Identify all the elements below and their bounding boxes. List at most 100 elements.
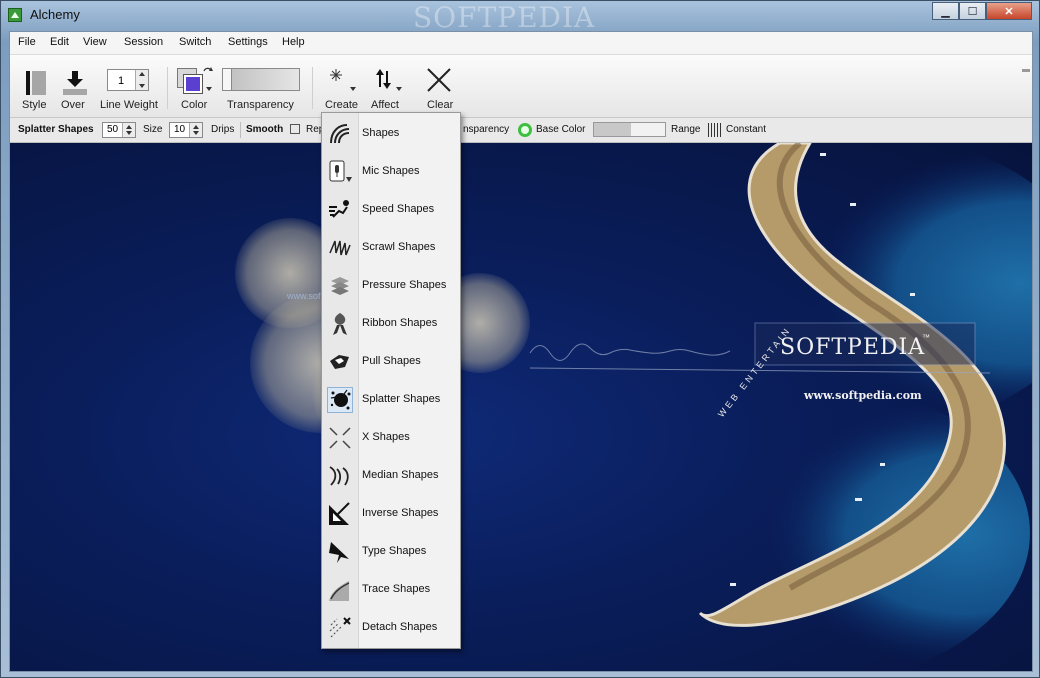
median-icon <box>327 463 353 489</box>
menu-view[interactable]: View <box>83 36 107 48</box>
transparency-label: Transparency <box>227 99 294 111</box>
menu-item-ribbon-shapes[interactable]: Ribbon Shapes <box>322 305 460 343</box>
menu-edit[interactable]: Edit <box>50 36 69 48</box>
clear-button[interactable] <box>424 65 456 97</box>
app-window: Alchemy SOFTPEDIA ▁ ☐ ✕ File Edit View S… <box>0 0 1040 678</box>
clear-icon <box>427 68 451 92</box>
menu-session[interactable]: Session <box>124 36 163 48</box>
menu-item-median-shapes[interactable]: Median Shapes <box>322 457 460 495</box>
menu-item-label: Pressure Shapes <box>362 279 447 291</box>
softpedia-trademark: ™ <box>922 333 930 342</box>
affect-icon <box>376 69 402 91</box>
mic-icon <box>327 159 353 185</box>
menu-item-shapes[interactable]: Shapes <box>322 115 460 153</box>
drips-label: Drips <box>211 124 235 135</box>
menu-item-pressure-shapes[interactable]: Pressure Shapes <box>322 267 460 305</box>
over-icon <box>63 71 87 95</box>
menu-item-label: X Shapes <box>362 431 410 443</box>
close-button[interactable]: ✕ <box>986 2 1032 20</box>
style-label: Style <box>22 99 47 111</box>
base-color-icon[interactable] <box>518 123 532 137</box>
menu-item-detach-shapes[interactable]: Detach Shapes <box>322 609 460 647</box>
menu-item-x-shapes[interactable]: X Shapes <box>322 419 460 457</box>
menu-item-speed-shapes[interactable]: Speed Shapes <box>322 191 460 229</box>
affect-label: Affect <box>371 99 399 111</box>
create-dropdown-menu: Shapes Mic Shapes Speed Shapes Scrawl Sh… <box>321 112 461 649</box>
softpedia-watermark: SOFTPEDIA <box>413 1 596 34</box>
line-weight-arrows[interactable] <box>135 70 148 90</box>
splatter-stepper[interactable]: 50 <box>102 122 136 138</box>
color-dropdown-arrow <box>206 87 212 91</box>
minimize-button[interactable]: ▁ <box>932 2 959 20</box>
menu-item-label: Inverse Shapes <box>362 507 439 519</box>
splatter-stepper-arrows[interactable] <box>122 123 135 137</box>
smooth-toggle[interactable]: Smooth <box>246 124 283 135</box>
inverse-icon <box>327 501 353 527</box>
repeat-icon[interactable] <box>290 124 300 134</box>
menu-switch[interactable]: Switch <box>179 36 211 48</box>
menu-item-label: Speed Shapes <box>362 203 435 215</box>
ribbon-icon <box>327 311 353 337</box>
softpedia-logo: SOFTPEDIA <box>780 335 926 360</box>
menu-item-label: Type Shapes <box>362 545 427 557</box>
speed-icon <box>327 197 353 223</box>
menu-item-splatter-shapes[interactable]: Splatter Shapes <box>322 381 460 419</box>
pull-icon <box>327 349 353 375</box>
toolbar-collapse-handle[interactable] <box>1022 69 1030 72</box>
size-stepper[interactable]: 10 <box>169 122 203 138</box>
transparency-toggle[interactable]: nsparency <box>463 124 509 135</box>
alchemy-app-icon <box>8 8 22 22</box>
menu-item-label: Scrawl Shapes <box>362 241 436 253</box>
maximize-button[interactable]: ☐ <box>959 2 986 20</box>
toolbar-divider <box>312 67 313 109</box>
menu-item-label: Median Shapes <box>362 469 439 481</box>
line-weight-label: Line Weight <box>100 99 158 111</box>
menu-item-mic-shapes[interactable]: Mic Shapes <box>322 153 460 191</box>
menu-item-inverse-shapes[interactable]: Inverse Shapes <box>322 495 460 533</box>
menu-item-scrawl-shapes[interactable]: Scrawl Shapes <box>322 229 460 267</box>
menu-item-pull-shapes[interactable]: Pull Shapes <box>322 343 460 381</box>
range-slider[interactable] <box>593 122 666 137</box>
create-button[interactable] <box>326 65 358 97</box>
color-label: Color <box>181 99 208 111</box>
color-button[interactable] <box>175 67 215 97</box>
menu-item-label: Splatter Shapes <box>362 393 441 405</box>
transparency-handle[interactable] <box>223 69 232 90</box>
menu-bar: File Edit View Session Switch Settings H… <box>10 32 1032 55</box>
title-bar[interactable]: Alchemy SOFTPEDIA ▁ ☐ ✕ <box>1 1 1039 34</box>
pressure-icon <box>327 273 353 299</box>
island-background-image <box>529 143 1032 671</box>
trace-icon <box>327 577 353 603</box>
over-label: Over <box>61 99 85 111</box>
x-shapes-icon <box>327 425 353 451</box>
menu-item-label: Ribbon Shapes <box>362 317 438 329</box>
create-icon <box>330 69 356 91</box>
constant-icon[interactable] <box>708 123 722 137</box>
affect-button[interactable] <box>372 65 404 97</box>
module-options-bar: Splatter Shapes 50 Size 10 Drips Smooth … <box>10 118 1032 143</box>
drawing-canvas[interactable]: www.softpedia.com SOFTPEDIA ™ www.softpe… <box>10 143 1032 671</box>
toolbar-divider <box>167 67 168 109</box>
menu-settings[interactable]: Settings <box>228 36 268 48</box>
clear-label: Clear <box>427 99 454 111</box>
window-title: Alchemy <box>30 7 80 22</box>
menu-item-label: Detach Shapes <box>362 621 438 633</box>
client-area: File Edit View Session Switch Settings H… <box>9 31 1033 672</box>
size-stepper-arrows[interactable] <box>189 123 202 137</box>
menu-help[interactable]: Help <box>282 36 305 48</box>
menu-file[interactable]: File <box>18 36 36 48</box>
create-label: Create <box>325 99 359 111</box>
menu-item-trace-shapes[interactable]: Trace Shapes <box>322 571 460 609</box>
module-name: Splatter Shapes <box>18 124 94 135</box>
softpedia-url: www.softpedia.com <box>804 389 922 402</box>
menu-item-label: Mic Shapes <box>362 165 420 177</box>
menu-item-type-shapes[interactable]: Type Shapes <box>322 533 460 571</box>
options-divider <box>240 122 241 138</box>
type-icon <box>327 539 353 565</box>
line-weight-stepper[interactable]: 1 <box>107 69 149 91</box>
transparency-slider[interactable] <box>222 68 300 91</box>
swap-colors-icon <box>203 67 213 72</box>
base-color-label: Base Color <box>536 124 586 135</box>
constant-toggle[interactable]: Constant <box>726 124 766 135</box>
primary-color-swatch <box>183 74 203 94</box>
